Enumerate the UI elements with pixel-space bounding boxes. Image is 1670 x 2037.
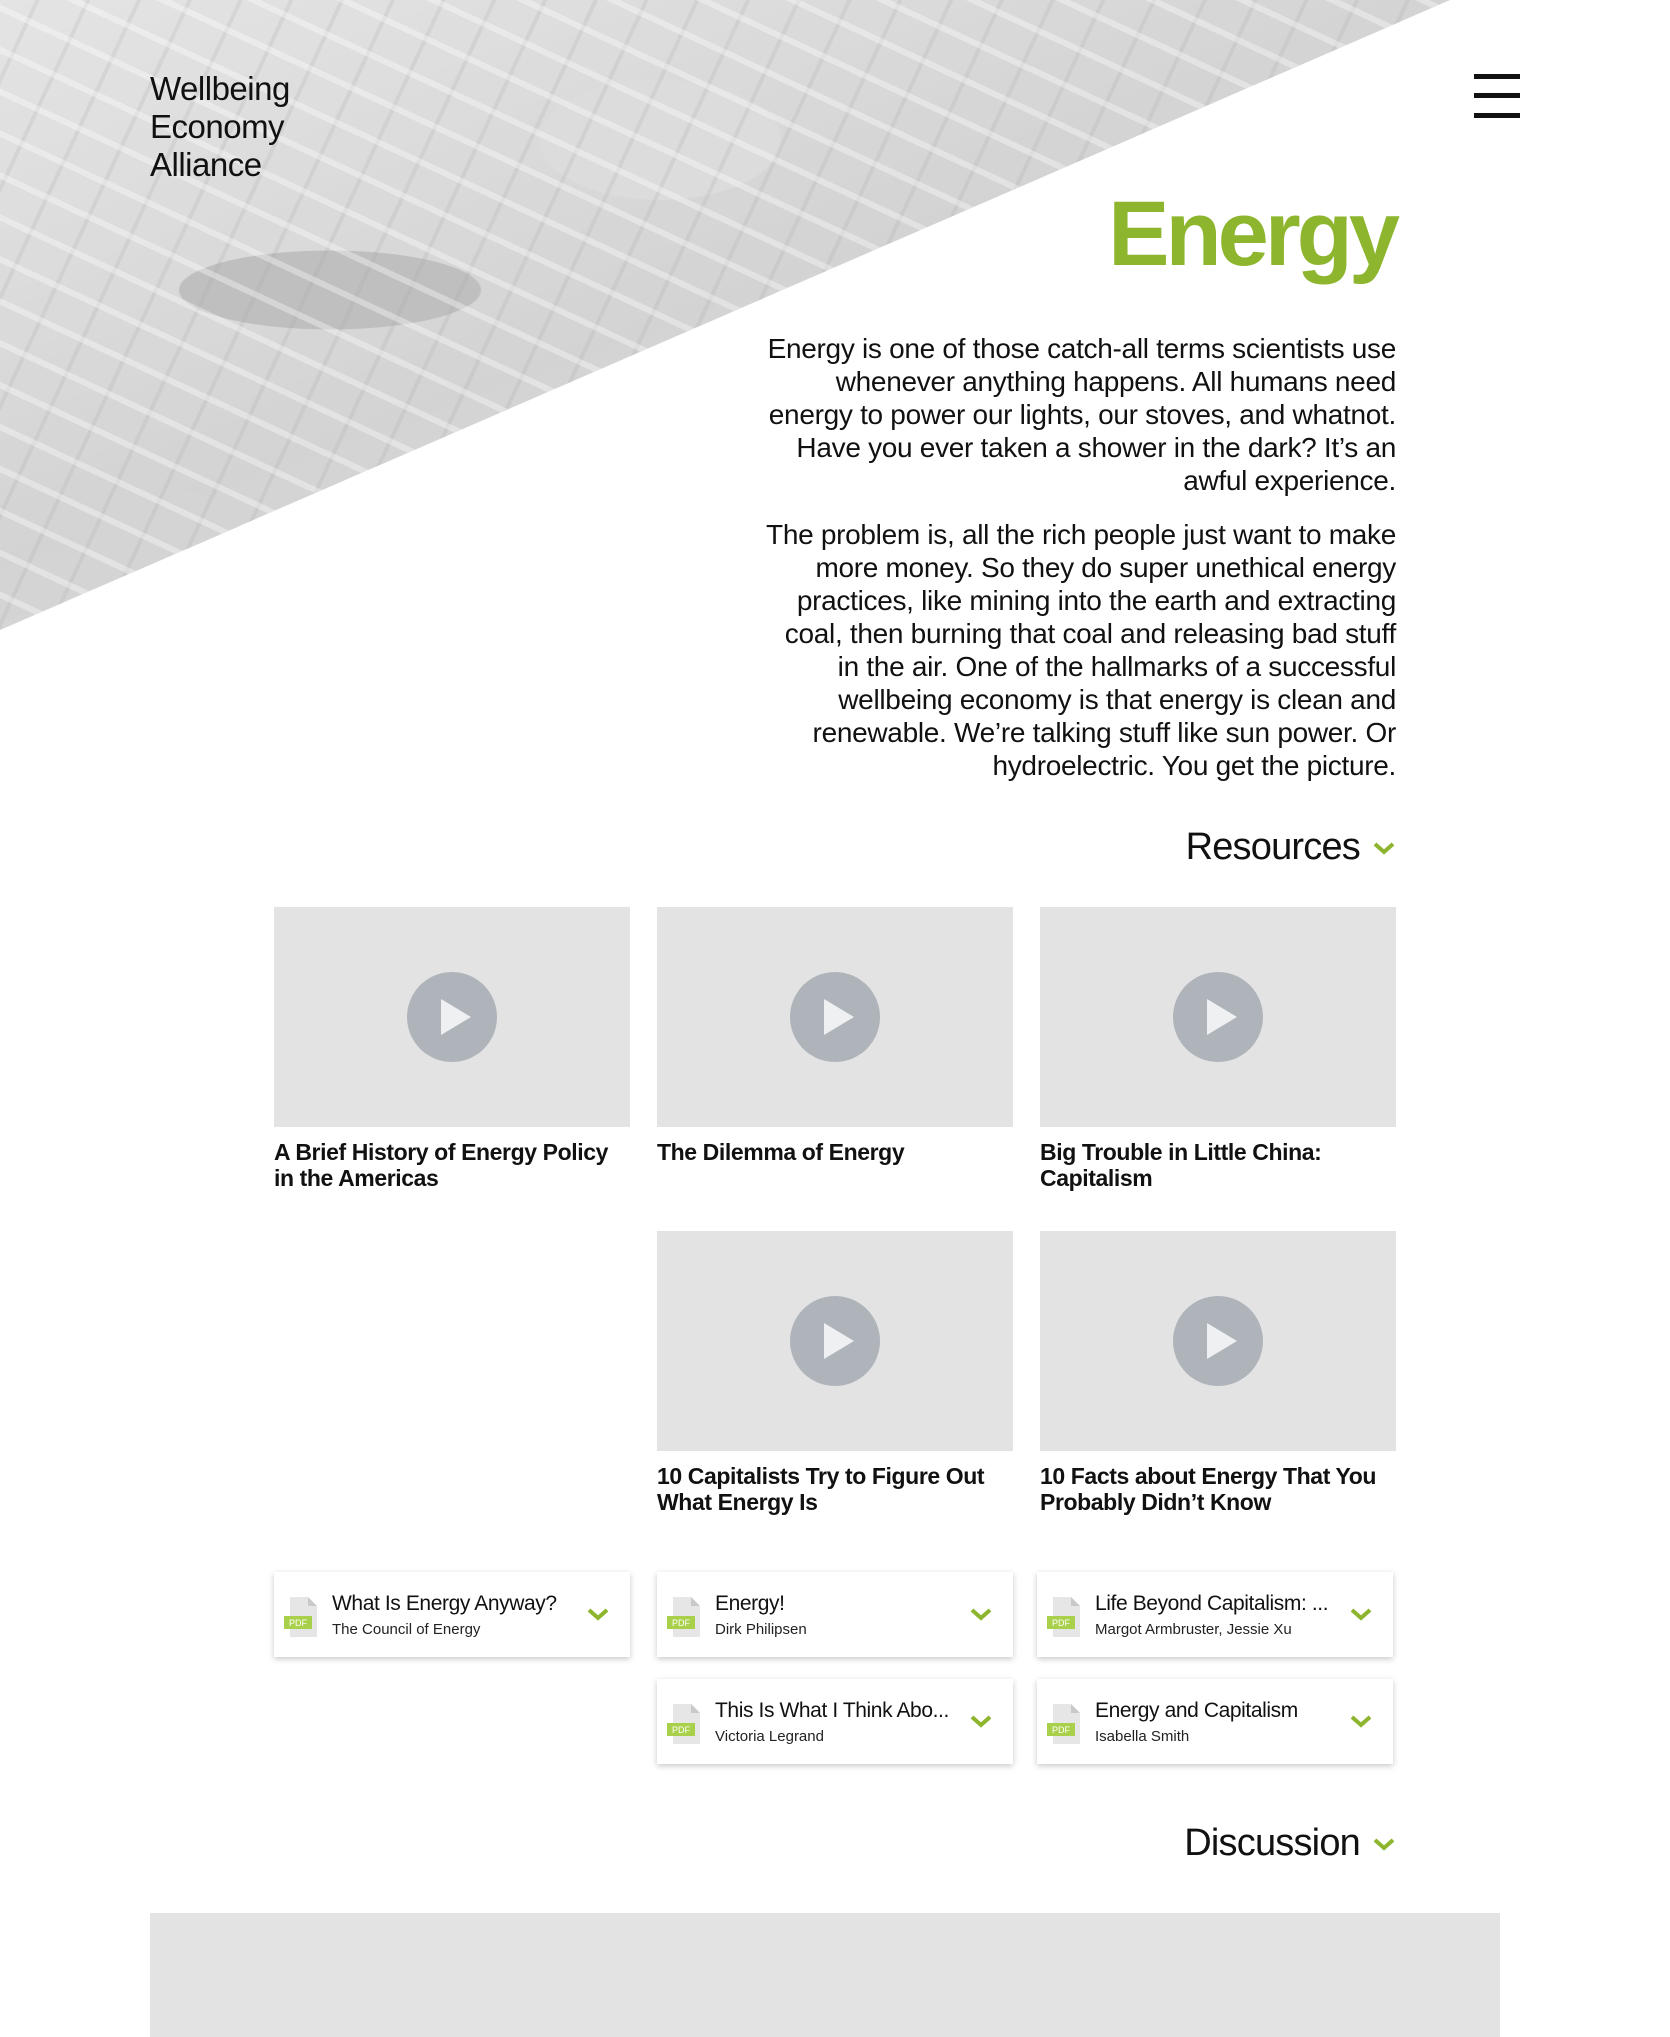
video-card[interactable]: The Dilemma of Energy (657, 907, 1013, 1165)
pdf-badge: PDF (1052, 1618, 1071, 1628)
document-card[interactable]: PDF This Is What I Think Abo... Victoria… (657, 1679, 1013, 1764)
document-title: Energy! (715, 1592, 785, 1615)
document-title: Life Beyond Capitalism: ... (1095, 1592, 1329, 1615)
pdf-file-icon: PDF (284, 1597, 317, 1637)
resources-heading: Resources (1185, 826, 1361, 868)
play-icon[interactable] (790, 972, 880, 1062)
document-card[interactable]: PDF Energy! Dirk Philipsen (657, 1572, 1013, 1657)
intro-paragraph-1: Energy is one of those catch-all terms s… (767, 333, 1397, 496)
document-card[interactable]: PDF Life Beyond Capitalism: ... Margot A… (1037, 1572, 1393, 1657)
pdf-badge: PDF (1052, 1725, 1071, 1735)
discussion-section-toggle[interactable]: Discussion (1184, 1822, 1396, 1865)
video-card[interactable]: A Brief History of Energy Policy in the … (274, 907, 630, 1191)
video-card[interactable]: Big Trouble in Little China: Capitalism (1040, 907, 1396, 1191)
video-thumbnail[interactable] (274, 907, 630, 1127)
document-title: What Is Energy Anyway? (332, 1592, 557, 1615)
video-thumbnail[interactable] (657, 907, 1013, 1127)
logo-line: Wellbeing (150, 70, 290, 107)
document-title: Energy and Capitalism (1095, 1699, 1298, 1722)
resources-section-toggle[interactable]: Resources (1186, 826, 1396, 869)
pdf-file-icon: PDF (1047, 1704, 1080, 1744)
pdf-badge: PDF (672, 1618, 691, 1628)
play-icon[interactable] (790, 1296, 880, 1386)
video-card[interactable]: 10 Capitalists Try to Figure Out What En… (657, 1231, 1013, 1515)
video-title[interactable]: The Dilemma of Energy (657, 1139, 1013, 1165)
play-icon[interactable] (1173, 1296, 1263, 1386)
pdf-file-icon: PDF (1047, 1597, 1080, 1637)
document-author: Isabella Smith (1095, 1728, 1190, 1745)
video-thumbnail[interactable] (1040, 1231, 1396, 1451)
chevron-down-icon (1373, 1838, 1395, 1851)
document-author: Margot Armbruster, Jessie Xu (1095, 1621, 1292, 1638)
pdf-file-icon: PDF (667, 1704, 700, 1744)
play-icon[interactable] (1173, 972, 1263, 1062)
chevron-down-icon (1373, 842, 1395, 855)
document-card[interactable]: PDF What Is Energy Anyway? The Council o… (274, 1572, 630, 1657)
pdf-file-icon: PDF (667, 1597, 700, 1637)
page-title: Energy (1108, 183, 1400, 285)
video-title[interactable]: 10 Facts about Energy That You Probably … (1040, 1463, 1396, 1515)
pdf-badge: PDF (672, 1725, 691, 1735)
video-card[interactable]: 10 Facts about Energy That You Probably … (1040, 1231, 1396, 1515)
document-author: Victoria Legrand (715, 1728, 824, 1745)
logo-line: Economy (150, 108, 285, 145)
document-title: This Is What I Think Abo... (715, 1699, 949, 1722)
discussion-panel[interactable] (150, 1913, 1500, 2037)
document-author: Dirk Philipsen (715, 1621, 807, 1638)
video-title[interactable]: 10 Capitalists Try to Figure Out What En… (657, 1463, 1013, 1515)
document-card[interactable]: PDF Energy and Capitalism Isabella Smith (1037, 1679, 1393, 1764)
chevron-down-icon[interactable] (586, 1606, 610, 1622)
chevron-down-icon[interactable] (1349, 1713, 1373, 1729)
video-title[interactable]: A Brief History of Energy Policy in the … (274, 1139, 630, 1191)
chevron-down-icon[interactable] (969, 1713, 993, 1729)
pdf-badge: PDF (289, 1618, 308, 1628)
video-thumbnail[interactable] (1040, 907, 1396, 1127)
video-thumbnail[interactable] (657, 1231, 1013, 1451)
document-author: The Council of Energy (332, 1621, 481, 1638)
intro-paragraph-2: The problem is, all the rich people just… (766, 519, 1396, 781)
discussion-heading: Discussion (1184, 1822, 1361, 1864)
video-title[interactable]: Big Trouble in Little China: Capitalism (1040, 1139, 1396, 1191)
chevron-down-icon[interactable] (1349, 1606, 1373, 1622)
site-logo[interactable]: Wellbeing Economy Alliance (150, 70, 290, 184)
chevron-down-icon[interactable] (969, 1606, 993, 1622)
hamburger-menu-icon[interactable] (1474, 72, 1520, 120)
logo-line: Alliance (150, 146, 262, 183)
play-icon[interactable] (407, 972, 497, 1062)
